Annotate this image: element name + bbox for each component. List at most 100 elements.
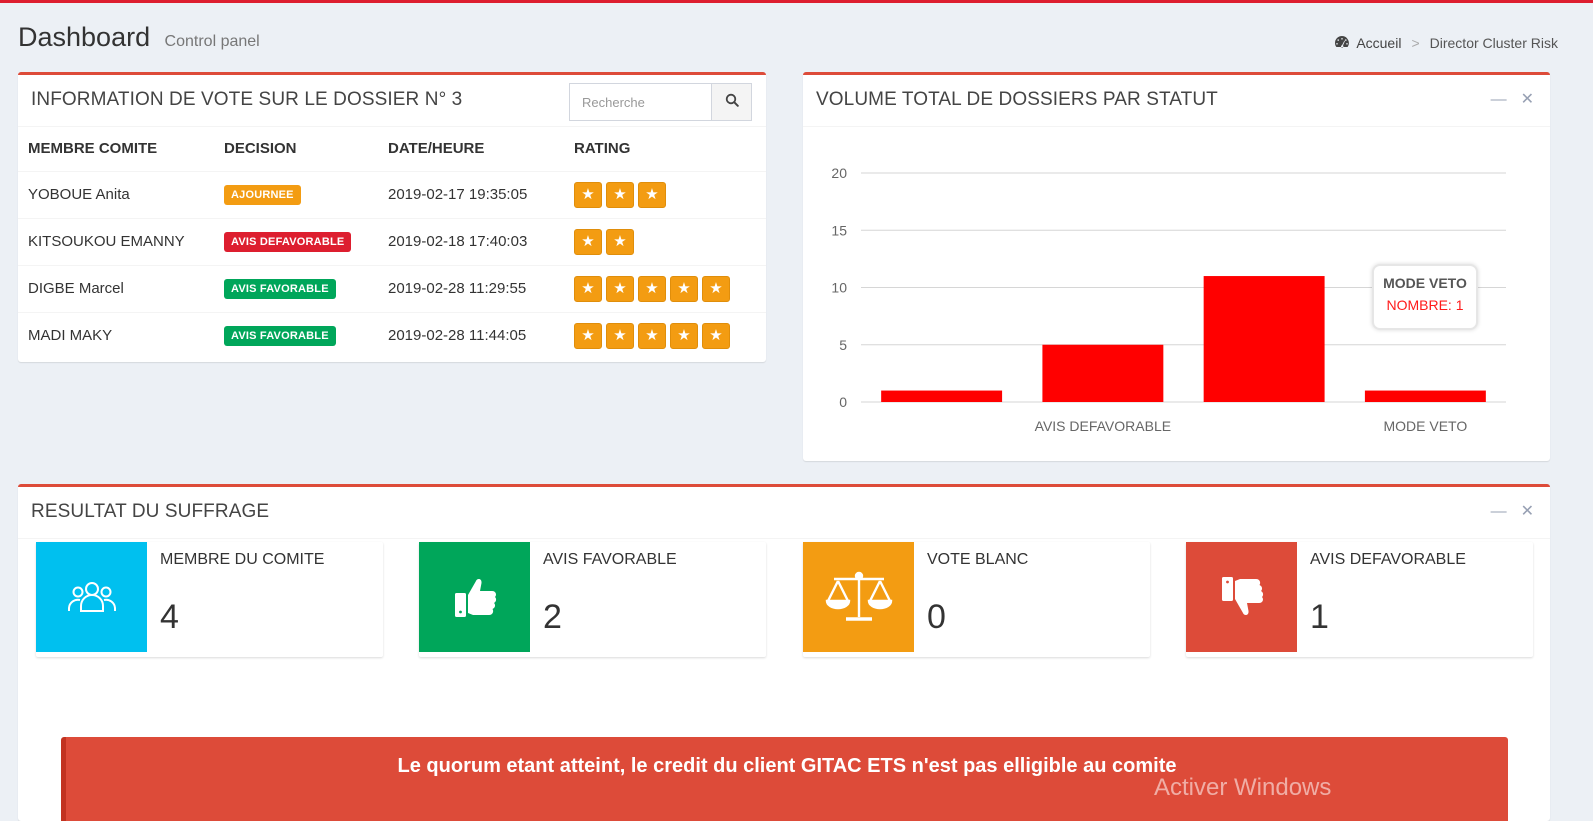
vote-info-panel: INFORMATION DE VOTE SUR LE DOSSIER N° 3 … [18,72,766,362]
info-card-defavorable: AVIS DEFAVORABLE 1 [1186,542,1533,657]
star-icon: ★ [670,322,698,349]
rating-cell: ★ ★ ★ ★ ★ [564,311,766,359]
star-icon: ★ [638,322,666,349]
x-tick-label: MODE VETO [1383,418,1467,434]
breadcrumb-current: Director Cluster Risk [1429,34,1558,51]
minus-icon[interactable]: — [1491,503,1507,521]
star-icon: ★ [638,181,666,208]
table-row: YOBOUE Anita AJOURNEE 2019-02-17 19:35:05 ★… [18,170,766,218]
windows-activation-watermark: Activer Windows [1154,774,1332,801]
star-icon: ★ [702,275,730,302]
search-input[interactable] [569,83,712,121]
decision-cell: AVIS FAVORABLE [214,311,378,359]
star-icon: ★ [702,322,730,349]
vote-panel-title: INFORMATION DE VOTE SUR LE DOSSIER N° 3 [31,89,463,110]
y-tick-label: 5 [839,337,847,353]
minus-icon[interactable]: — [1491,91,1507,109]
vote-datetime: 2019-02-28 11:44:05 [378,311,564,359]
result-panel-header: RESULTAT DU SUFFRAGE — ✕ [18,487,1550,539]
chart-bar[interactable] [1042,344,1164,402]
star-icon: ★ [670,275,698,302]
member-name: MADI MAKY [18,311,214,359]
star-icon: ★ [574,181,602,208]
y-tick-label: 0 [839,394,847,410]
table-row: MADI MAKY AVIS FAVORABLE 2019-02-28 11:44:… [18,311,766,359]
decision-cell: AVIS DEFAVORABLE [214,217,378,265]
info-card-vote-blanc: VOTE BLANC 0 [803,542,1150,657]
member-name: DIGBE Marcel [18,264,214,312]
chart-bar[interactable] [1364,390,1486,402]
column-header-membre: MEMBRE COMITE [18,127,214,172]
chart-panel-tools: — ✕ [1491,91,1534,109]
star-icon: ★ [638,275,666,302]
users-icon [36,542,147,652]
vote-table-body: YOBOUE Anita AJOURNEE 2019-02-17 19:35:05 ★… [18,170,766,359]
search-icon [725,93,739,112]
info-card-label: AVIS FAVORABLE [543,551,677,568]
y-tick-label: 10 [831,280,847,296]
star-icon: ★ [574,228,602,255]
info-card-value: 4 [160,598,179,636]
rating-stars: ★ ★ [574,228,756,255]
result-panel: RESULTAT DU SUFFRAGE — ✕ MEMBRE DU COMIT… [18,484,1550,821]
top-accent-line [0,0,1593,3]
vote-datetime: 2019-02-28 11:29:55 [378,264,564,312]
thumbs-down-icon [1186,542,1297,652]
chart-tooltip-title: MODE VETO [1383,275,1467,291]
info-card-label: AVIS DEFAVORABLE [1310,551,1466,568]
column-header-rating: RATING [564,127,766,172]
chart-tooltip: MODE VETO NOMBRE: 1 [1372,264,1478,330]
info-card-value: 1 [1310,598,1329,636]
vote-datetime: 2019-02-18 17:40:03 [378,217,564,265]
decision-badge: AVIS FAVORABLE [224,278,336,299]
info-card-value: 2 [543,598,562,636]
balance-scale-icon [803,542,914,652]
info-card-label: MEMBRE DU COMITE [160,551,325,568]
star-icon: ★ [574,322,602,349]
table-row: KITSOUKOU EMANNY AVIS DEFAVORABLE 2019-02-… [18,217,766,265]
star-icon: ★ [606,228,634,255]
info-card-membres: MEMBRE DU COMITE 4 [36,542,383,657]
rating-stars: ★ ★ ★ [574,181,756,208]
rating-cell: ★ ★ [564,217,766,265]
times-icon[interactable]: ✕ [1521,503,1534,521]
rating-stars: ★ ★ ★ ★ ★ [574,275,756,302]
y-tick-label: 20 [831,165,847,181]
table-row: DIGBE Marcel AVIS FAVORABLE 2019-02-28 11:… [18,264,766,312]
star-icon: ★ [606,181,634,208]
content-header: Dashboard Control panel Accueil > Direct… [18,22,1558,58]
page-title: Dashboard [18,22,151,52]
chart-tooltip-value: NOMBRE: 1 [1386,297,1464,313]
info-card-value: 0 [927,598,946,636]
page-subtitle: Control panel [164,33,260,50]
chart-bar[interactable] [881,390,1003,402]
star-icon: ★ [574,275,602,302]
breadcrumb-home-link[interactable]: Accueil [1356,35,1401,51]
decision-badge: AVIS DEFAVORABLE [224,231,352,252]
result-panel-tools: — ✕ [1491,503,1534,521]
search-group [569,83,752,121]
search-button[interactable] [712,83,752,121]
decision-cell: AVIS FAVORABLE [214,264,378,312]
decision-cell: AJOURNEE [214,170,378,218]
vote-panel-header: INFORMATION DE VOTE SUR LE DOSSIER N° 3 [18,75,766,127]
column-header-decision: DECISION [214,127,378,172]
member-name: KITSOUKOU EMANNY [18,217,214,265]
info-card-favorable: AVIS FAVORABLE 2 [419,542,766,657]
star-icon: ★ [606,275,634,302]
decision-badge: AJOURNEE [224,184,301,205]
times-icon[interactable]: ✕ [1521,91,1534,109]
vote-table: MEMBRE COMITE DECISION DATE/HEURE RATING… [18,127,766,359]
rating-cell: ★ ★ ★ [564,170,766,218]
rating-cell: ★ ★ ★ ★ ★ [564,264,766,312]
dashboard-icon [1334,34,1350,51]
vote-datetime: 2019-02-17 19:35:05 [378,170,564,218]
breadcrumb-separator: > [1411,34,1420,51]
result-panel-title: RESULTAT DU SUFFRAGE [31,501,270,522]
chart-panel-header: VOLUME TOTAL DE DOSSIERS PAR STATUT — ✕ [803,75,1550,127]
status-chart-panel: VOLUME TOTAL DE DOSSIERS PAR STATUT — ✕ … [803,72,1550,461]
breadcrumb: Accueil > Director Cluster Risk [1334,34,1558,51]
chart-bar[interactable] [1203,276,1325,402]
star-icon: ★ [606,322,634,349]
info-card-label: VOTE BLANC [927,551,1029,568]
